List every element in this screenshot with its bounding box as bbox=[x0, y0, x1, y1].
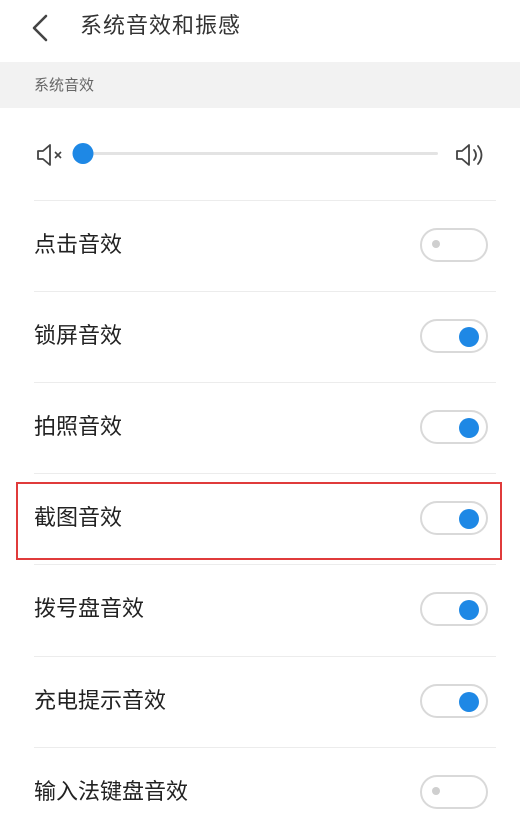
toggle-knob bbox=[459, 692, 479, 712]
divider bbox=[34, 473, 496, 474]
setting-row-lock-screen-sound[interactable]: 锁屏音效 bbox=[0, 291, 520, 382]
toggle-knob bbox=[459, 418, 479, 438]
volume-slider[interactable] bbox=[72, 143, 438, 164]
setting-label: 点击音效 bbox=[34, 233, 123, 258]
back-arrow-icon bbox=[32, 14, 48, 42]
section-title: 系统音效 bbox=[34, 76, 95, 94]
setting-label: 输入法键盘音效 bbox=[34, 780, 189, 805]
sound-and-vibration-page: 系统音效和振感 系统音效 点击音效 锁屏音效 拍照音效 截图音效 拨号盘音效 充… bbox=[0, 0, 520, 827]
toggle-knob bbox=[432, 240, 440, 248]
setting-label: 拨号盘音效 bbox=[34, 597, 145, 622]
toggle-knob bbox=[459, 509, 479, 529]
header: 系统音效和振感 bbox=[0, 0, 520, 56]
volume-loud-icon bbox=[456, 144, 483, 166]
setting-label: 截图音效 bbox=[34, 506, 123, 531]
volume-mute-icon bbox=[37, 144, 62, 166]
back-button[interactable] bbox=[26, 12, 56, 44]
toggle-tap-sound[interactable] bbox=[420, 228, 488, 262]
toggle-keyboard-sound[interactable] bbox=[420, 775, 488, 809]
setting-row-tap-sound[interactable]: 点击音效 bbox=[0, 200, 520, 291]
divider bbox=[34, 564, 496, 565]
divider bbox=[34, 382, 496, 383]
setting-row-camera-sound[interactable]: 拍照音效 bbox=[0, 382, 520, 473]
toggle-camera-sound[interactable] bbox=[420, 410, 488, 444]
divider bbox=[34, 291, 496, 292]
setting-label: 锁屏音效 bbox=[34, 324, 123, 349]
setting-row-charging-sound[interactable]: 充电提示音效 bbox=[0, 656, 520, 747]
divider bbox=[34, 747, 496, 748]
setting-label: 拍照音效 bbox=[34, 415, 123, 440]
page-title: 系统音效和振感 bbox=[80, 14, 242, 39]
toggle-knob bbox=[432, 787, 440, 795]
toggle-charging-sound[interactable] bbox=[420, 684, 488, 718]
setting-row-screenshot-sound[interactable]: 截图音效 bbox=[0, 473, 520, 564]
setting-row-dialpad-sound[interactable]: 拨号盘音效 bbox=[0, 564, 520, 655]
toggle-dialpad-sound[interactable] bbox=[420, 592, 488, 626]
toggle-screenshot-sound[interactable] bbox=[420, 501, 488, 535]
setting-row-keyboard-sound[interactable]: 输入法键盘音效 bbox=[0, 747, 520, 827]
section-header: 系统音效 bbox=[0, 62, 520, 108]
setting-label: 充电提示音效 bbox=[34, 689, 167, 714]
toggle-knob bbox=[459, 327, 479, 347]
divider bbox=[34, 656, 496, 657]
volume-slider-thumb[interactable] bbox=[72, 143, 94, 164]
volume-slider-row bbox=[0, 112, 520, 198]
toggle-knob bbox=[459, 600, 479, 620]
toggle-lock-screen-sound[interactable] bbox=[420, 319, 488, 353]
divider bbox=[34, 200, 496, 201]
